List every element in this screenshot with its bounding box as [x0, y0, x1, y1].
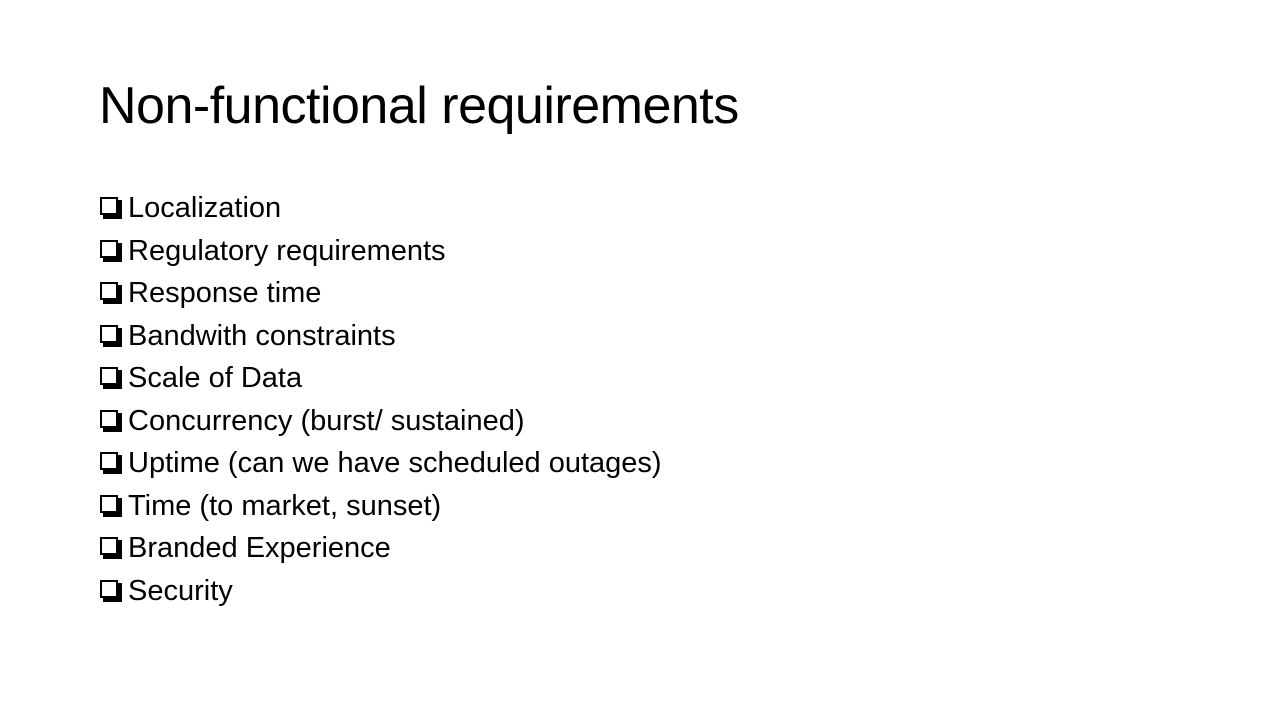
list-item: Scale of Data: [100, 357, 662, 400]
list-item: Time (to market, sunset): [100, 485, 662, 528]
checkbox-icon: [100, 579, 122, 602]
checkbox-icon: [100, 197, 122, 220]
bullet-list: Localization Regulatory requirements Res…: [100, 187, 662, 612]
bullet-text: Security: [128, 574, 233, 607]
list-item: Response time: [100, 272, 662, 315]
checkbox-icon: [100, 537, 122, 560]
checkbox-icon: [100, 494, 122, 517]
list-item: Concurrency (burst/ sustained): [100, 400, 662, 443]
slide: Non-functional requirements Localization…: [0, 0, 1280, 720]
checkbox-icon: [100, 409, 122, 432]
bullet-text: Branded Experience: [128, 532, 391, 565]
bullet-text: Time (to market, sunset): [128, 489, 442, 522]
bullet-text: Bandwith constraints: [128, 319, 396, 352]
bullet-text: Localization: [128, 192, 282, 225]
slide-title: Non-functional requirements: [99, 77, 739, 135]
bullet-text: Concurrency (burst/ sustained): [128, 404, 525, 437]
list-item: Security: [100, 570, 662, 613]
checkbox-icon: [100, 452, 122, 475]
list-item: Localization: [100, 187, 662, 230]
checkbox-icon: [100, 367, 122, 390]
list-item: Bandwith constraints: [100, 315, 662, 358]
checkbox-icon: [100, 324, 122, 347]
list-item: Uptime (can we have scheduled outages): [100, 442, 662, 485]
checkbox-icon: [100, 239, 122, 262]
bullet-text: Regulatory requirements: [128, 234, 446, 267]
checkbox-icon: [100, 282, 122, 305]
bullet-text: Response time: [128, 277, 322, 310]
list-item: Regulatory requirements: [100, 230, 662, 273]
bullet-text: Uptime (can we have scheduled outages): [128, 447, 662, 480]
list-item: Branded Experience: [100, 527, 662, 570]
bullet-text: Scale of Data: [128, 362, 303, 395]
